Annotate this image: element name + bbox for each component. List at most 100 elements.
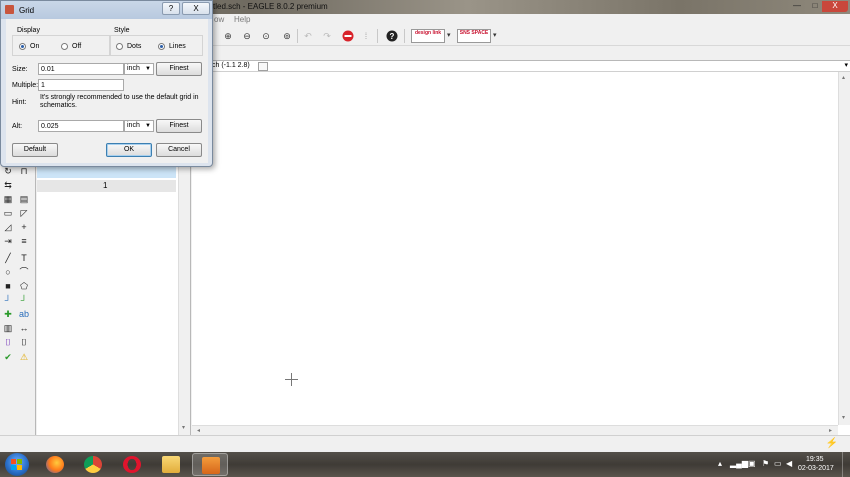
style-lines-label[interactable]: Lines	[169, 43, 186, 50]
size-input[interactable]	[38, 63, 124, 75]
warning-icon[interactable]: ⚠	[18, 352, 30, 363]
display-off-radio[interactable]	[61, 43, 68, 50]
style-lines-radio[interactable]	[158, 43, 165, 50]
sheet-row[interactable]: 1	[37, 180, 176, 192]
tool-palette: ↻ ⊓ ⇆ ▦ ▤ ▭ ◸ ◿ + ⇥ ≡ ╱ T ○ ⌒ ■ ⬠ ┘ ┘ ✚ …	[0, 160, 36, 435]
zoom-fit-icon[interactable]: ⊙	[259, 29, 273, 43]
zoom-select-icon[interactable]: ⊚	[280, 29, 294, 43]
scroll-right-icon[interactable]: ▸	[829, 427, 832, 434]
ok-button[interactable]: OK	[106, 143, 152, 157]
taskbar-opera[interactable]	[114, 453, 150, 476]
horizontal-scrollbar[interactable]: ◂ ▸	[192, 425, 838, 435]
taskbar-firefox[interactable]	[37, 453, 73, 476]
zoom-out-icon[interactable]: ⊖	[240, 29, 254, 43]
circle-icon[interactable]: ○	[2, 267, 14, 278]
schematic-canvas[interactable]: ◂ ▸ ▴ ▾	[192, 72, 850, 435]
flag-icon[interactable]: ⚑	[762, 459, 769, 468]
clock-time[interactable]: 19:35	[806, 456, 824, 463]
toolbar-separator	[404, 29, 405, 43]
help-icon[interactable]: ?	[385, 29, 399, 43]
default-button[interactable]: Default	[12, 143, 58, 157]
eagle-icon	[202, 457, 220, 474]
group-icon[interactable]: ▦	[2, 194, 14, 205]
polygon-icon[interactable]: ⬠	[18, 281, 30, 292]
miter-icon[interactable]: ◸	[18, 208, 30, 219]
menu-window[interactable]: ow	[214, 15, 224, 24]
stop-icon[interactable]	[341, 29, 355, 43]
size-unit-select[interactable]: inch ▼	[124, 63, 154, 75]
taskbar-file-explorer[interactable]	[153, 453, 189, 476]
gate-swap-icon[interactable]: ≡	[18, 236, 30, 247]
rectangle-icon[interactable]: ■	[2, 281, 14, 292]
minimize-button[interactable]: —	[786, 1, 808, 12]
monitor-icon[interactable]: ▭	[774, 459, 782, 468]
split-icon[interactable]: ◿	[2, 222, 14, 233]
sns-space-button[interactable]: SNS SPACE	[457, 29, 491, 43]
sheet-number: 1	[103, 181, 108, 190]
clock-date[interactable]: 02-03-2017	[798, 465, 834, 472]
multiple-input[interactable]	[38, 79, 124, 91]
wire-icon[interactable]: ╱	[2, 253, 14, 264]
lock-icon[interactable]: ⊓	[18, 166, 30, 177]
size-label: Size:	[12, 66, 28, 73]
label-icon[interactable]: ab	[18, 309, 30, 320]
paste-icon[interactable]: ▭	[2, 208, 14, 219]
optimize-icon[interactable]: +	[18, 222, 30, 233]
scroll-left-icon[interactable]: ◂	[197, 427, 200, 434]
net-icon[interactable]: ┘	[2, 295, 14, 306]
maximize-button[interactable]: □	[808, 1, 822, 12]
chevron-down-icon: ▼	[145, 123, 151, 129]
bus-icon[interactable]: ┘	[18, 295, 30, 306]
volume-icon[interactable]: ◀	[786, 459, 792, 468]
menu-help[interactable]: Help	[234, 15, 250, 24]
sheet-scrollbar[interactable]: ▾	[178, 160, 190, 435]
change-icon[interactable]: ▤	[18, 194, 30, 205]
invoke-icon[interactable]: ⇥	[2, 236, 14, 247]
show-desktop-button[interactable]	[842, 452, 850, 477]
dimension-icon[interactable]: ↔	[18, 323, 30, 334]
modules-icon[interactable]: ⌷	[18, 337, 30, 348]
redo-icon[interactable]: ↷	[320, 29, 334, 43]
arc-icon[interactable]: ⌒	[18, 267, 30, 278]
go-icon[interactable]: ⁞	[359, 29, 373, 43]
zoom-in-icon[interactable]: ⊕	[221, 29, 235, 43]
style-dots-radio[interactable]	[116, 43, 123, 50]
display-off-label[interactable]: Off	[72, 43, 81, 50]
sns-dropdown-icon[interactable]: ▾	[493, 29, 497, 43]
taskbar-eagle[interactable]	[192, 453, 228, 476]
text-icon[interactable]: T	[18, 253, 30, 264]
attribute-icon[interactable]: ▥	[2, 323, 14, 334]
scroll-up-icon[interactable]: ▴	[842, 74, 845, 81]
mirror-icon[interactable]: ⇆	[2, 180, 14, 191]
rotate-icon[interactable]: ↻	[2, 166, 14, 177]
undo-icon[interactable]: ↶	[301, 29, 315, 43]
dialog-titlebar[interactable]: Grid ? X	[1, 1, 212, 19]
vertical-scrollbar[interactable]: ▴ ▾	[838, 72, 850, 425]
junction-icon[interactable]: ✚	[2, 309, 14, 320]
style-dots-label[interactable]: Dots	[127, 43, 141, 50]
command-dropdown-icon[interactable]: ▾	[844, 61, 848, 69]
network-icon[interactable]: ▣	[748, 459, 756, 468]
size-finest-button[interactable]: Finest	[156, 62, 202, 76]
signal-icon[interactable]: ▂▄▆	[730, 459, 748, 468]
erc-icon[interactable]: ✔	[2, 352, 14, 363]
dialog-help-button[interactable]: ?	[162, 2, 180, 15]
command-input[interactable]	[258, 62, 268, 71]
scroll-down-icon[interactable]: ▾	[182, 424, 185, 431]
start-button[interactable]	[5, 453, 29, 476]
dialog-close-button[interactable]: X	[182, 2, 210, 15]
frame-icon[interactable]: ⌷	[2, 337, 14, 348]
taskbar-chrome[interactable]	[75, 453, 111, 476]
design-link-button[interactable]: design link	[411, 29, 445, 43]
display-on-label[interactable]: On	[30, 43, 39, 50]
scroll-down-icon[interactable]: ▾	[842, 414, 845, 421]
close-window-button[interactable]: X	[822, 1, 848, 12]
display-on-radio[interactable]	[19, 43, 26, 50]
window-title: tled.sch - EAGLE 8.0.2 premium	[213, 2, 328, 11]
alt-input[interactable]	[38, 120, 124, 132]
show-hidden-icons-icon[interactable]: ▴	[718, 459, 722, 468]
design-link-dropdown-icon[interactable]: ▾	[447, 29, 451, 43]
alt-finest-button[interactable]: Finest	[156, 119, 202, 133]
cancel-button[interactable]: Cancel	[156, 143, 202, 157]
alt-unit-select[interactable]: inch ▼	[124, 120, 154, 132]
